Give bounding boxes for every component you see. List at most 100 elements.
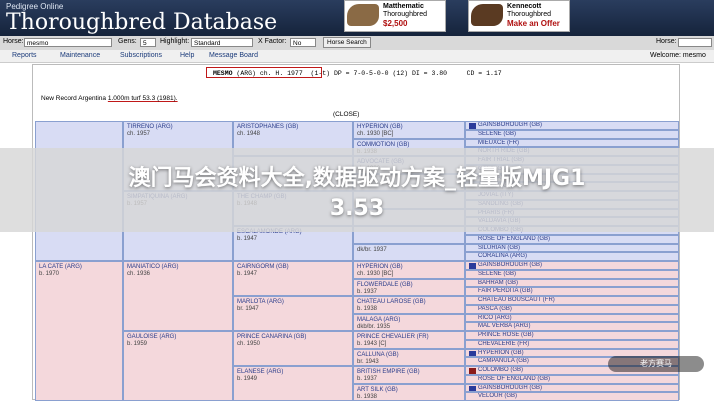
horse-details: b. 1947 bbox=[237, 271, 349, 278]
highlight-swatch-icon bbox=[469, 368, 476, 374]
horse-details: b. 1937 bbox=[357, 376, 461, 383]
pedigree-cell[interactable]: PASCA (GB)b. 1928 bbox=[465, 305, 679, 314]
horse-name[interactable]: CHATEAU LAROSE (GB) bbox=[357, 299, 461, 306]
horse-name[interactable]: CALLUNA (GB) bbox=[357, 352, 461, 359]
horse-name[interactable]: MANIATICO (ARG) bbox=[127, 264, 229, 271]
gens-select[interactable]: 5 bbox=[140, 38, 156, 47]
xfactor-select[interactable]: No bbox=[290, 38, 316, 47]
horse-name[interactable]: ARISTOPHANES (GB) bbox=[237, 124, 349, 131]
horse-name[interactable]: RICO (ARG) bbox=[478, 315, 675, 322]
pedigree-cell[interactable]: CAIRNGORM (GB)b. 1947 bbox=[233, 261, 353, 296]
horse-name[interactable]: BRITISH EMPIRE (GB) bbox=[357, 369, 461, 376]
pedigree-cell[interactable]: SELENE (GB)b. 1919 * bbox=[465, 270, 679, 279]
pedigree-cell[interactable]: MANIATICO (ARG)ch. 1936 bbox=[123, 261, 233, 331]
pedigree-cell[interactable]: GAINSBOROUGH (GB)b. 1915 [C] bbox=[465, 384, 679, 393]
horse-name[interactable]: SELENE (GB) bbox=[478, 131, 675, 138]
pedigree-cell[interactable]: PRINCE CHEVALIER (FR)b. 1943 [C] bbox=[353, 331, 465, 349]
pedigree-cell[interactable]: FAIR PERDITA (GB)b. 1926 bbox=[465, 287, 679, 296]
record-value: 1.000m turf 53.3 (1981). bbox=[108, 95, 178, 102]
pedigree-cell[interactable]: SILURIAN (GB)b. 1936 bbox=[465, 244, 679, 253]
horse-search-button[interactable]: Horse Search bbox=[323, 37, 371, 48]
close-button[interactable]: (CLOSE) bbox=[333, 111, 359, 118]
horse-name[interactable]: GAINSBOROUGH (GB) bbox=[478, 262, 675, 269]
pedigree-cell[interactable]: PRINCE CANARINA (GB)ch. 1950 bbox=[233, 331, 353, 366]
pedigree-cell[interactable]: CHATEAU LAROSE (GB)b. 1938 bbox=[353, 296, 465, 314]
pedigree-cell[interactable]: LA CATE (ARG)b. 1970 bbox=[35, 261, 123, 401]
horse-name[interactable]: MESMO bbox=[213, 70, 233, 77]
horse-name[interactable]: VELOUR (GB) bbox=[478, 393, 675, 400]
menu-item-reports[interactable]: Reports bbox=[12, 52, 37, 59]
horse-name[interactable]: ROSE OF ENGLAND (GB) bbox=[478, 376, 675, 383]
gens-label: Gens: bbox=[118, 38, 137, 45]
pedigree-cell[interactable]: RICO (ARG)b. 1923 bbox=[465, 314, 679, 323]
horse-name[interactable]: HYPERION (GB) bbox=[357, 124, 461, 131]
horse-name[interactable]: CAIRNGORM (GB) bbox=[237, 264, 349, 271]
horse-input[interactable]: mesmo bbox=[24, 38, 112, 47]
pedigree-cell[interactable]: HYPERION (GB)ch. 1930 [BC] bbox=[353, 261, 465, 279]
horse-name[interactable]: BAHRAM (GB) bbox=[478, 280, 675, 287]
horse-name[interactable]: TIRRENO (ARG) bbox=[127, 124, 229, 131]
horse-name[interactable]: MIEUXCE (FR) bbox=[478, 140, 675, 147]
horse-name[interactable]: ROSE OF ENGLAND (GB) bbox=[478, 236, 675, 243]
horse-name[interactable]: MARLOTA (ARG) bbox=[237, 299, 349, 306]
pedigree-cell[interactable]: GAINSBOROUGH (GB)b. 1915 [C] bbox=[465, 261, 679, 270]
horse-info: (ARG) ch. H. 1977 bbox=[236, 70, 302, 77]
menu-item-message-board[interactable]: Message Board bbox=[209, 52, 258, 59]
horse-name[interactable]: SILURIAN (GB) bbox=[478, 245, 675, 252]
ad-banner-1[interactable]: Matthematic Thoroughbred $2,500 bbox=[344, 0, 446, 32]
horse-details: b. 1970 bbox=[39, 271, 119, 278]
horse-name[interactable]: MALAGA (ARG) bbox=[357, 317, 461, 324]
pedigree-cell[interactable]: MALAGA (ARG)dkb/br. 1935 bbox=[353, 314, 465, 332]
pedigree-cell[interactable]: GAINSBOROUGH (GB)b. 1915 [C] bbox=[465, 121, 679, 130]
pedigree-cell[interactable]: ELANESE (ARG)b. 1949 bbox=[233, 366, 353, 401]
pedigree-cell[interactable]: ROSE OF ENGLAND (GB)b. 1927 bbox=[465, 375, 679, 384]
horse-name[interactable]: PRINCE CHEVALIER (FR) bbox=[357, 334, 461, 341]
pedigree-cell[interactable]: FLOWERDALE (GB)b. 1937 bbox=[353, 279, 465, 297]
overlay-headline: 澳门马会资料大全,数据驱动方案_轻量版MJG1 3.53 bbox=[0, 164, 714, 224]
horse-name[interactable]: FLOWERDALE (GB) bbox=[357, 282, 461, 289]
horse-name[interactable]: FAIR PERDITA (GB) bbox=[478, 288, 675, 295]
horse-name[interactable]: ART SILK (GB) bbox=[357, 387, 461, 394]
pedigree-cell[interactable]: CHATEAU BOUSCAUT (FR)b. 1927 [P] bbox=[465, 296, 679, 305]
pedigree-cell[interactable]: MARLOTA (ARG)br. 1947 bbox=[233, 296, 353, 331]
pedigree-cell[interactable]: HYPERION (GB)ch. 1930 [BC] bbox=[353, 121, 465, 139]
horse-name[interactable]: SELENE (GB) bbox=[478, 271, 675, 278]
site-title[interactable]: Thoroughbred Database bbox=[6, 10, 277, 35]
pedigree-cell[interactable]: dk/br. 1937 bbox=[353, 244, 465, 262]
record-prefix: New Record Argentina bbox=[41, 95, 106, 102]
horse-name[interactable]: LA CATE (ARG) bbox=[39, 264, 119, 271]
horse-name[interactable]: PRINCE CANARINA (GB) bbox=[237, 334, 349, 341]
pedigree-cell[interactable]: GAULOISE (ARG)b. 1959 bbox=[123, 331, 233, 401]
horse-name[interactable]: CHEVALERIE (FR) bbox=[478, 341, 675, 348]
horse-name[interactable]: PRINCE ROSE (GB) bbox=[478, 332, 675, 339]
menu-item-help[interactable]: Help bbox=[180, 52, 194, 59]
pedigree-cell[interactable]: ART SILK (GB)b. 1938 bbox=[353, 384, 465, 401]
horse-name[interactable]: ELANESE (ARG) bbox=[237, 369, 349, 376]
menu-item-subscriptions[interactable]: Subscriptions bbox=[120, 52, 162, 59]
pedigree-cell[interactable]: ROSE OF ENGLAND (GB)b. 1927 bbox=[465, 235, 679, 244]
horse-details: b. 1938 bbox=[357, 306, 461, 313]
pedigree-cell[interactable]: BRITISH EMPIRE (GB)b. 1937 bbox=[353, 366, 465, 384]
pedigree-cell[interactable]: CHEVALERIE (FR)b. 1933 bbox=[465, 340, 679, 349]
horse-name[interactable]: MAL VERBA (ARG) bbox=[478, 323, 675, 330]
pedigree-cell[interactable]: SELENE (GB)b. 1919 * bbox=[465, 130, 679, 139]
horse-name[interactable]: PASCA (GB) bbox=[478, 306, 675, 313]
horse-name[interactable]: GAULOISE (ARG) bbox=[127, 334, 229, 341]
ad-banner-2[interactable]: Kennecott Thoroughbred Make an Offer bbox=[468, 0, 570, 32]
horse-input-right[interactable] bbox=[678, 38, 712, 47]
pedigree-cell[interactable]: CALLUNA (GB)br. 1943 bbox=[353, 349, 465, 367]
horse-name[interactable]: HYPERION (GB) bbox=[357, 264, 461, 271]
horse-name[interactable]: CHATEAU BOUSCAUT (FR) bbox=[478, 297, 675, 304]
pedigree-cell[interactable]: CORALINA (ARG)b. 1930 bbox=[465, 252, 679, 261]
highlight-select[interactable]: Standard bbox=[191, 38, 253, 47]
horse-name[interactable]: GAINSBOROUGH (GB) bbox=[478, 122, 675, 129]
pedigree-cell[interactable]: MIEUXCE (FR)b. 1933 [P] bbox=[465, 139, 679, 148]
horse-name[interactable]: GAINSBOROUGH (GB) bbox=[478, 385, 675, 392]
overlay-headline-line2: 3.53 bbox=[0, 194, 714, 224]
highlight-label: Highlight: bbox=[160, 38, 189, 45]
horse-name[interactable]: CORALINA (ARG) bbox=[478, 253, 675, 260]
pedigree-cell[interactable]: PRINCE ROSE (GB)b. 1928 [C] bbox=[465, 331, 679, 340]
pedigree-cell[interactable]: BAHRAM (GB)b. 1932 [BC] bbox=[465, 279, 679, 288]
menu-item-maintenance[interactable]: Maintenance bbox=[60, 52, 100, 59]
pedigree-cell[interactable]: MAL VERBA (ARG)b. 1919 bbox=[465, 322, 679, 331]
